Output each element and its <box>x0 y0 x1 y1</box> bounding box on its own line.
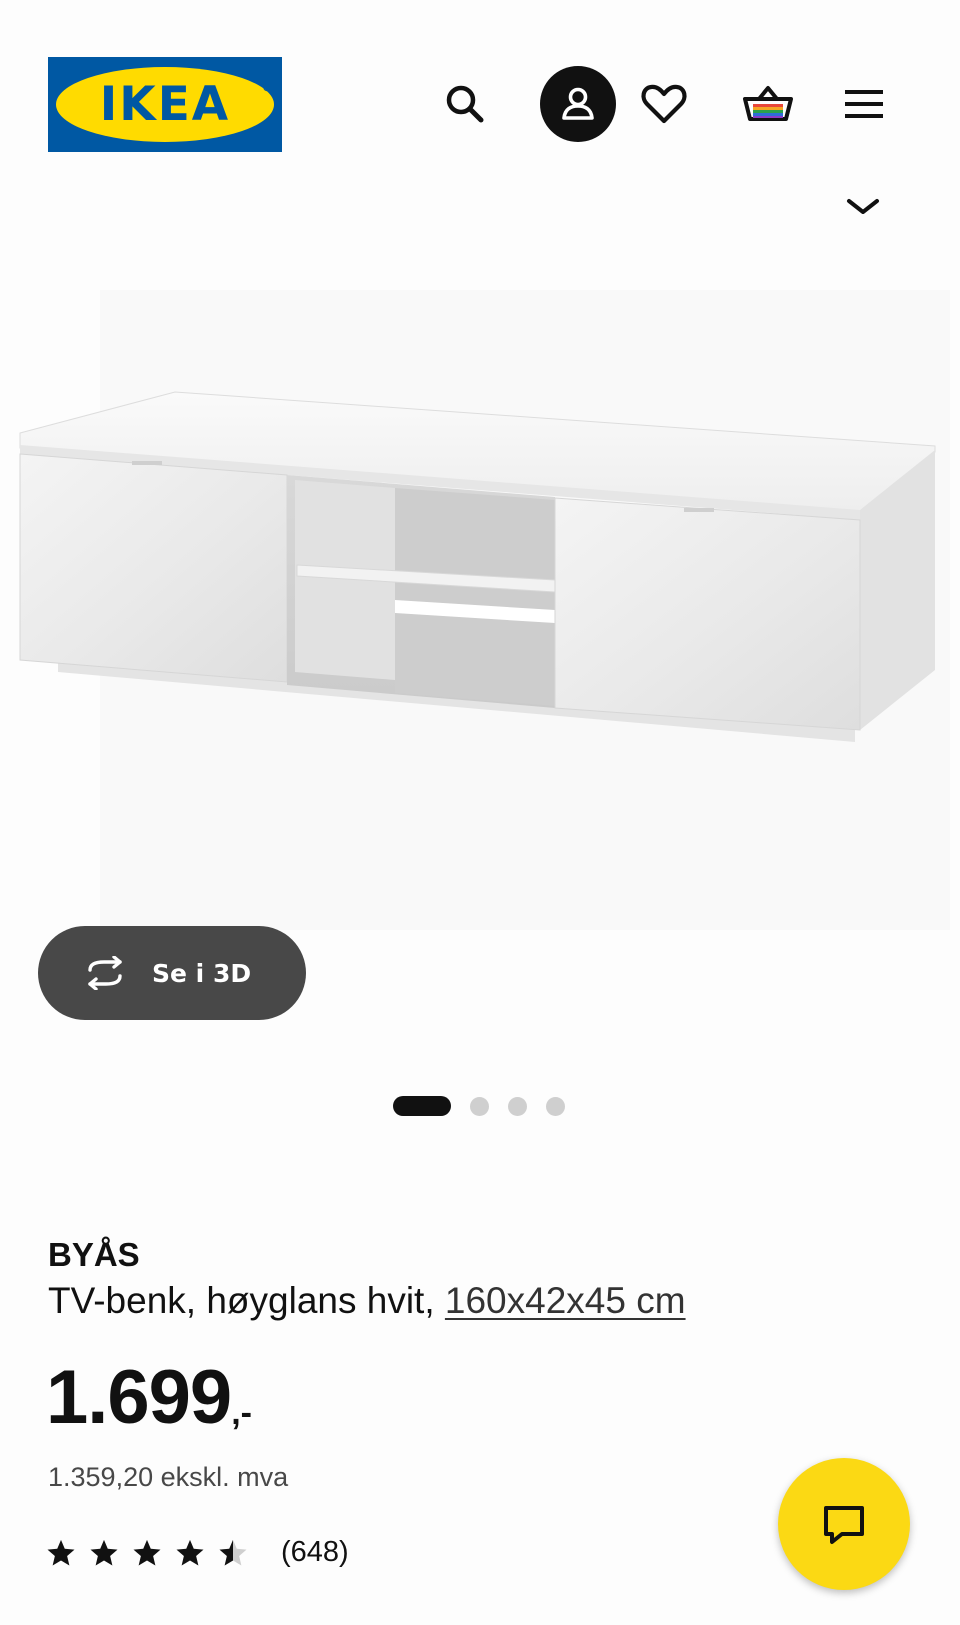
price-main: 1.699 <box>46 1355 232 1440</box>
rating[interactable]: (648) <box>46 1536 349 1569</box>
product-photo-tv-bench <box>19 290 950 940</box>
chat-icon <box>824 1506 864 1544</box>
header: IKEA ® <box>0 0 960 214</box>
review-count: (648) <box>281 1536 349 1568</box>
chat-button[interactable] <box>778 1458 910 1590</box>
account-button[interactable] <box>540 66 616 142</box>
search-button[interactable] <box>437 76 493 132</box>
carousel-dots <box>393 1096 584 1116</box>
star-half-icon <box>219 1539 247 1565</box>
basket-icon <box>743 86 793 121</box>
chevron-down-icon <box>847 199 879 214</box>
cart-button[interactable] <box>740 76 796 132</box>
logo-text: IKEA <box>99 77 231 132</box>
expand-button[interactable] <box>843 192 883 222</box>
product-description: TV-benk, høyglans hvit, 160x42x45 cm <box>48 1280 686 1322</box>
carousel-dot-3[interactable] <box>508 1096 527 1116</box>
star-full-icon <box>133 1539 161 1565</box>
view-3d-label: Se i 3D <box>152 958 252 988</box>
star-full-icon <box>176 1539 204 1565</box>
product-dimensions-link[interactable]: 160x42x45 cm <box>445 1280 686 1321</box>
product-price: 1.699 ,- <box>46 1360 252 1436</box>
product-description-text: TV-benk, høyglans hvit, <box>48 1280 445 1321</box>
carousel-dot-1[interactable] <box>393 1096 451 1116</box>
user-icon <box>562 87 594 120</box>
product-image[interactable] <box>0 230 960 940</box>
star-full-icon <box>47 1539 75 1565</box>
star-full-icon <box>90 1539 118 1565</box>
logo-registered-mark: ® <box>262 83 272 94</box>
search-icon <box>446 85 484 123</box>
wishlist-button[interactable] <box>636 76 692 132</box>
price-suffix: ,- <box>231 1394 252 1432</box>
carousel-dot-4[interactable] <box>546 1096 565 1116</box>
price-excl-vat: 1.359,20 ekskl. mva <box>48 1462 289 1492</box>
rotate-3d-icon <box>88 956 122 990</box>
hamburger-menu-icon <box>845 90 883 118</box>
view-3d-button[interactable]: Se i 3D <box>38 926 306 1020</box>
product-name: BYÅS <box>48 1236 140 1273</box>
heart-icon <box>641 84 687 124</box>
carousel-dot-2[interactable] <box>470 1096 489 1116</box>
menu-button[interactable] <box>836 76 892 132</box>
product-page: IKEA ® Se i 3D BYÅS TV-benk, høyglans hv… <box>0 0 960 1625</box>
ikea-logo[interactable]: IKEA ® <box>48 57 282 152</box>
